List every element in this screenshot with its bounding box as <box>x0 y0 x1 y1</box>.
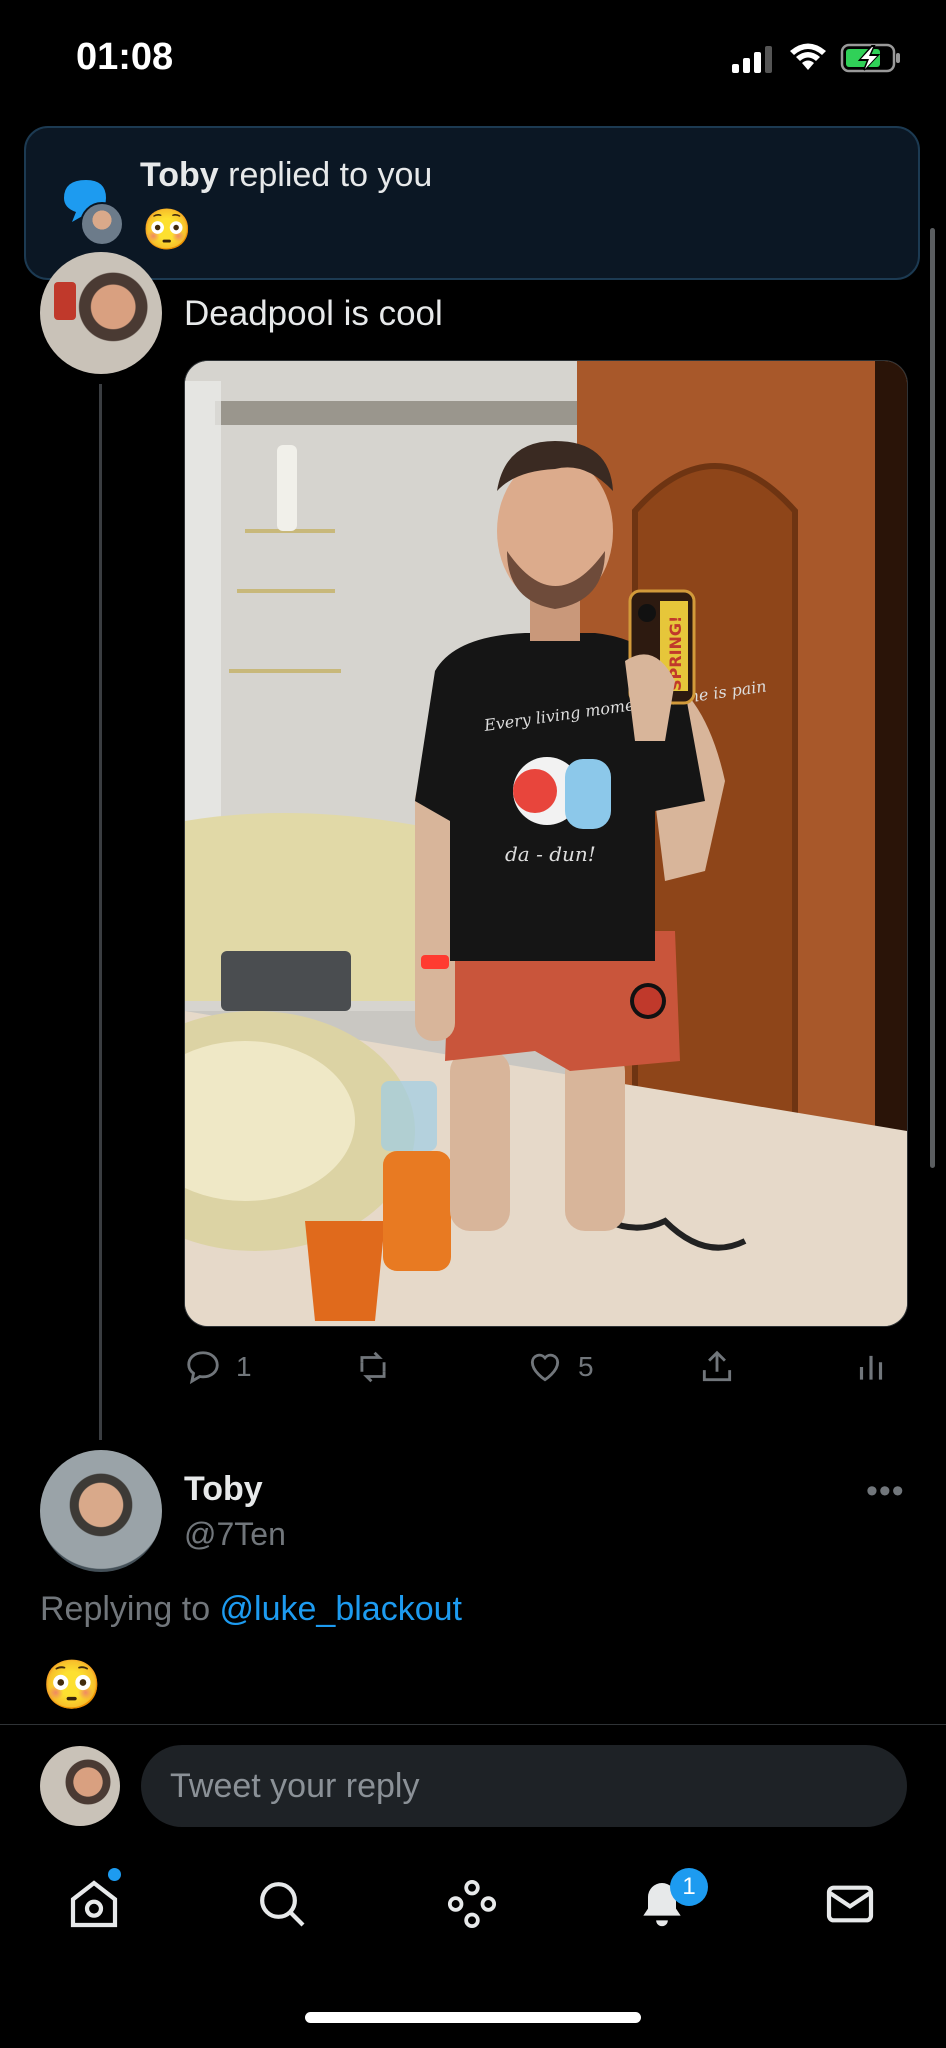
retweet-action[interactable] <box>354 1345 406 1389</box>
replying-to: Replying to @luke_blackout <box>40 1590 462 1629</box>
messages-icon[interactable] <box>822 1876 878 1932</box>
reply-icon <box>187 1351 219 1385</box>
banner-emoji: 😳 <box>142 208 192 252</box>
composer-avatar <box>40 1746 120 1826</box>
banner-text: Toby replied to you <box>140 156 432 195</box>
reply-text-emoji: 😳 <box>42 1659 102 1712</box>
home-unread-dot <box>108 1868 121 1881</box>
author-avatar[interactable] <box>40 252 162 374</box>
home-icon[interactable] <box>66 1876 122 1932</box>
avatar-phone <box>54 282 76 320</box>
composer-placeholder: Tweet your reply <box>170 1767 420 1805</box>
reply-action[interactable]: 1 <box>184 1345 252 1389</box>
thread-line <box>99 384 102 1440</box>
analytics-action[interactable] <box>852 1345 904 1389</box>
battery-icon <box>840 42 902 74</box>
retweet-icon <box>360 1351 386 1383</box>
like-count: 5 <box>578 1351 594 1382</box>
signal-icon <box>730 44 778 74</box>
reply-author-name[interactable]: Toby <box>184 1470 263 1509</box>
banner-message: replied to you <box>218 156 433 194</box>
reply-author-handle[interactable]: @7Ten <box>184 1516 286 1553</box>
reply-author-avatar[interactable] <box>40 1450 162 1572</box>
shirt-text-2: da - dun! <box>505 842 596 866</box>
analytics-icon <box>859 1355 883 1380</box>
banner-avatar <box>80 202 124 246</box>
divider <box>0 1724 946 1725</box>
more-options-icon[interactable]: ••• <box>866 1472 905 1511</box>
tweet-media-image[interactable]: Every living moment for me is pain da - … <box>184 360 908 1327</box>
scrollbar[interactable] <box>930 228 935 1168</box>
search-icon[interactable] <box>254 1876 310 1932</box>
heart-icon <box>530 1353 560 1382</box>
like-action[interactable]: 5 <box>526 1345 594 1389</box>
reply-count: 1 <box>236 1351 252 1382</box>
wifi-icon <box>788 42 828 74</box>
banner-name: Toby <box>140 156 219 194</box>
home-indicator[interactable] <box>305 2012 641 2023</box>
replying-prefix: Replying to <box>40 1590 220 1628</box>
notification-banner[interactable] <box>24 126 920 280</box>
share-icon <box>702 1350 732 1382</box>
replying-to-link[interactable]: @luke_blackout <box>220 1590 462 1628</box>
status-time: 01:08 <box>76 36 174 78</box>
notifications-badge: 1 <box>670 1868 708 1906</box>
spaces-icon[interactable] <box>444 1876 500 1932</box>
share-action[interactable] <box>698 1345 750 1389</box>
tweet-text: Deadpool is cool <box>184 294 443 333</box>
